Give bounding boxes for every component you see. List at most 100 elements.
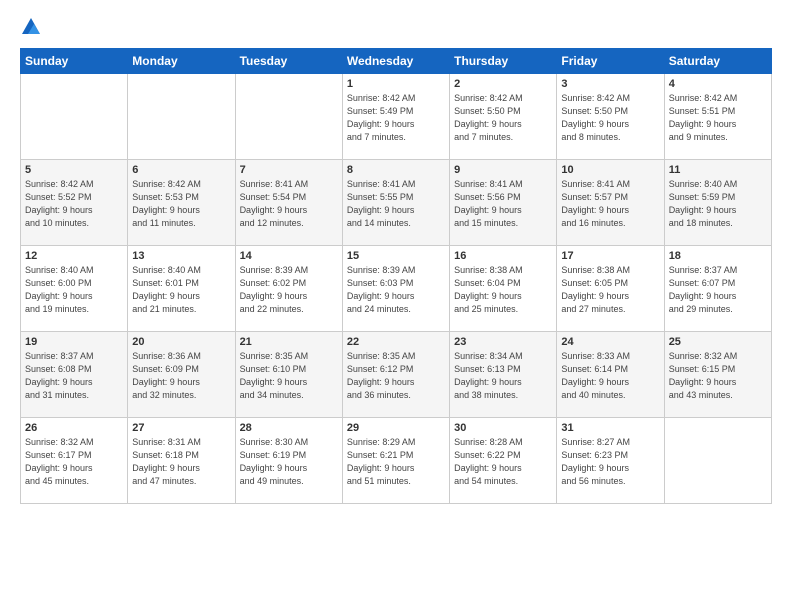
day-info: Sunrise: 8:36 AM Sunset: 6:09 PM Dayligh… — [132, 350, 230, 402]
day-cell: 24 Sunrise: 8:33 AM Sunset: 6:14 PM Dayli… — [557, 332, 664, 418]
day-info: Sunrise: 8:28 AM Sunset: 6:22 PM Dayligh… — [454, 436, 552, 488]
day-info: Sunrise: 8:37 AM Sunset: 6:08 PM Dayligh… — [25, 350, 123, 402]
day-number: 25 — [669, 336, 767, 348]
logo — [20, 16, 46, 38]
day-cell — [664, 418, 771, 504]
day-info: Sunrise: 8:42 AM Sunset: 5:49 PM Dayligh… — [347, 92, 445, 144]
day-info: Sunrise: 8:31 AM Sunset: 6:18 PM Dayligh… — [132, 436, 230, 488]
day-info: Sunrise: 8:33 AM Sunset: 6:14 PM Dayligh… — [561, 350, 659, 402]
week-row-1: 1 Sunrise: 8:42 AM Sunset: 5:49 PM Daylig… — [21, 74, 772, 160]
week-row-3: 12Sunrise: 8:40 AM Sunset: 6:00 PM Dayli… — [21, 246, 772, 332]
day-number: 9 — [454, 164, 552, 176]
week-row-4: 19 Sunrise: 8:37 AM Sunset: 6:08 PM Dayli… — [21, 332, 772, 418]
day-number: 2 — [454, 78, 552, 90]
day-cell: 21 Sunrise: 8:35 AM Sunset: 6:10 PM Dayli… — [235, 332, 342, 418]
day-number: 6 — [132, 164, 230, 176]
day-number: 20 — [132, 336, 230, 348]
day-number: 1 — [347, 78, 445, 90]
day-number: 24 — [561, 336, 659, 348]
day-number: 22 — [347, 336, 445, 348]
header-cell-tuesday: Tuesday — [235, 49, 342, 74]
day-number: 19 — [25, 336, 123, 348]
day-info: Sunrise: 8:38 AM Sunset: 6:04 PM Dayligh… — [454, 264, 552, 316]
day-number: 30 — [454, 422, 552, 434]
day-number: 12 — [25, 250, 123, 262]
day-info: Sunrise: 8:40 AM Sunset: 6:01 PM Dayligh… — [132, 264, 230, 316]
day-cell: 3Sunrise: 8:42 AM Sunset: 5:50 PM Daylig… — [557, 74, 664, 160]
day-info: Sunrise: 8:41 AM Sunset: 5:55 PM Dayligh… — [347, 178, 445, 230]
day-cell: 19 Sunrise: 8:37 AM Sunset: 6:08 PM Dayli… — [21, 332, 128, 418]
day-cell: 15 Sunrise: 8:39 AM Sunset: 6:03 PM Dayli… — [342, 246, 449, 332]
day-info: Sunrise: 8:42 AM Sunset: 5:50 PM Dayligh… — [454, 92, 552, 144]
day-cell: 20 Sunrise: 8:36 AM Sunset: 6:09 PM Dayli… — [128, 332, 235, 418]
day-number: 16 — [454, 250, 552, 262]
day-number: 11 — [669, 164, 767, 176]
header-cell-wednesday: Wednesday — [342, 49, 449, 74]
day-cell: 10 Sunrise: 8:41 AM Sunset: 5:57 PM Dayli… — [557, 160, 664, 246]
day-number: 3 — [561, 78, 659, 90]
day-number: 14 — [240, 250, 338, 262]
day-cell: 18 Sunrise: 8:37 AM Sunset: 6:07 PM Dayli… — [664, 246, 771, 332]
page: SundayMondayTuesdayWednesdayThursdayFrid… — [0, 0, 792, 612]
day-info: Sunrise: 8:39 AM Sunset: 6:02 PM Dayligh… — [240, 264, 338, 316]
day-info: Sunrise: 8:29 AM Sunset: 6:21 PM Dayligh… — [347, 436, 445, 488]
day-number: 29 — [347, 422, 445, 434]
logo-icon — [20, 16, 42, 38]
day-cell: 11 Sunrise: 8:40 AM Sunset: 5:59 PM Dayli… — [664, 160, 771, 246]
day-cell: 2 Sunrise: 8:42 AM Sunset: 5:50 PM Daylig… — [450, 74, 557, 160]
header-cell-saturday: Saturday — [664, 49, 771, 74]
day-cell: 27 Sunrise: 8:31 AM Sunset: 6:18 PM Dayli… — [128, 418, 235, 504]
day-number: 8 — [347, 164, 445, 176]
day-info: Sunrise: 8:37 AM Sunset: 6:07 PM Dayligh… — [669, 264, 767, 316]
header-row: SundayMondayTuesdayWednesdayThursdayFrid… — [21, 49, 772, 74]
day-number: 28 — [240, 422, 338, 434]
day-cell: 8 Sunrise: 8:41 AM Sunset: 5:55 PM Daylig… — [342, 160, 449, 246]
day-cell — [21, 74, 128, 160]
header-cell-monday: Monday — [128, 49, 235, 74]
header — [20, 16, 772, 38]
day-cell: 28Sunrise: 8:30 AM Sunset: 6:19 PM Dayli… — [235, 418, 342, 504]
day-info: Sunrise: 8:41 AM Sunset: 5:57 PM Dayligh… — [561, 178, 659, 230]
day-cell: 1 Sunrise: 8:42 AM Sunset: 5:49 PM Daylig… — [342, 74, 449, 160]
day-info: Sunrise: 8:34 AM Sunset: 6:13 PM Dayligh… — [454, 350, 552, 402]
day-cell: 13 Sunrise: 8:40 AM Sunset: 6:01 PM Dayli… — [128, 246, 235, 332]
day-number: 17 — [561, 250, 659, 262]
day-cell: 30 Sunrise: 8:28 AM Sunset: 6:22 PM Dayli… — [450, 418, 557, 504]
day-cell: 4 Sunrise: 8:42 AM Sunset: 5:51 PM Daylig… — [664, 74, 771, 160]
day-info: Sunrise: 8:27 AM Sunset: 6:23 PM Dayligh… — [561, 436, 659, 488]
day-number: 26 — [25, 422, 123, 434]
day-number: 23 — [454, 336, 552, 348]
day-info: Sunrise: 8:35 AM Sunset: 6:10 PM Dayligh… — [240, 350, 338, 402]
day-number: 4 — [669, 78, 767, 90]
header-cell-friday: Friday — [557, 49, 664, 74]
day-info: Sunrise: 8:39 AM Sunset: 6:03 PM Dayligh… — [347, 264, 445, 316]
day-info: Sunrise: 8:32 AM Sunset: 6:15 PM Dayligh… — [669, 350, 767, 402]
day-cell: 16 Sunrise: 8:38 AM Sunset: 6:04 PM Dayli… — [450, 246, 557, 332]
day-number: 27 — [132, 422, 230, 434]
day-number: 7 — [240, 164, 338, 176]
day-info: Sunrise: 8:38 AM Sunset: 6:05 PM Dayligh… — [561, 264, 659, 316]
day-info: Sunrise: 8:40 AM Sunset: 5:59 PM Dayligh… — [669, 178, 767, 230]
day-cell — [128, 74, 235, 160]
day-info: Sunrise: 8:32 AM Sunset: 6:17 PM Dayligh… — [25, 436, 123, 488]
day-cell: 29 Sunrise: 8:29 AM Sunset: 6:21 PM Dayli… — [342, 418, 449, 504]
day-cell: 14 Sunrise: 8:39 AM Sunset: 6:02 PM Dayli… — [235, 246, 342, 332]
header-cell-thursday: Thursday — [450, 49, 557, 74]
day-number: 13 — [132, 250, 230, 262]
day-number: 10 — [561, 164, 659, 176]
day-cell: 12Sunrise: 8:40 AM Sunset: 6:00 PM Dayli… — [21, 246, 128, 332]
day-info: Sunrise: 8:41 AM Sunset: 5:54 PM Dayligh… — [240, 178, 338, 230]
day-cell: 17 Sunrise: 8:38 AM Sunset: 6:05 PM Dayli… — [557, 246, 664, 332]
day-number: 21 — [240, 336, 338, 348]
day-number: 5 — [25, 164, 123, 176]
week-row-2: 5Sunrise: 8:42 AM Sunset: 5:52 PM Daylig… — [21, 160, 772, 246]
day-cell — [235, 74, 342, 160]
day-number: 15 — [347, 250, 445, 262]
day-number: 18 — [669, 250, 767, 262]
day-number: 31 — [561, 422, 659, 434]
day-cell: 23 Sunrise: 8:34 AM Sunset: 6:13 PM Dayli… — [450, 332, 557, 418]
calendar-table: SundayMondayTuesdayWednesdayThursdayFrid… — [20, 48, 772, 504]
day-info: Sunrise: 8:42 AM Sunset: 5:51 PM Dayligh… — [669, 92, 767, 144]
day-cell: 31 Sunrise: 8:27 AM Sunset: 6:23 PM Dayli… — [557, 418, 664, 504]
day-cell: 26 Sunrise: 8:32 AM Sunset: 6:17 PM Dayli… — [21, 418, 128, 504]
